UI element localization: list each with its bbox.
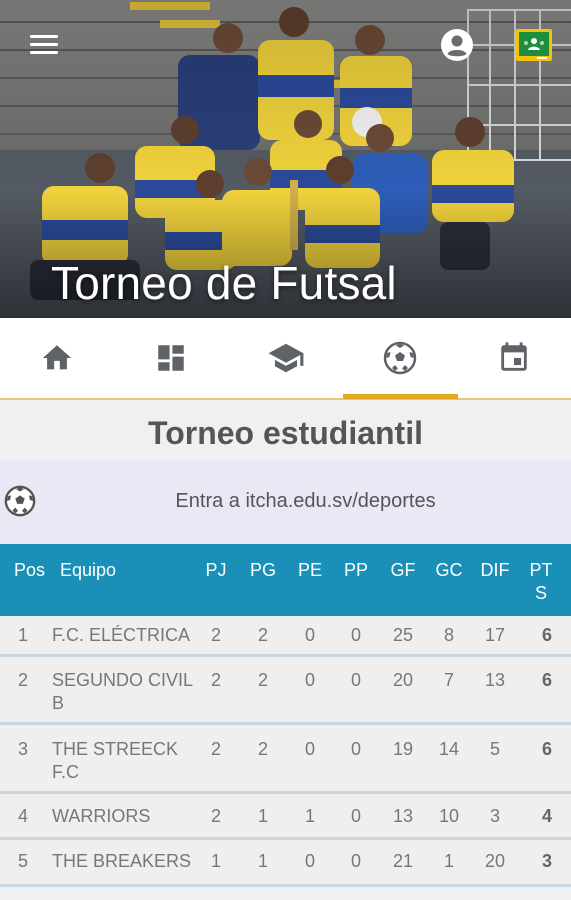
soccer-ball-icon	[383, 341, 417, 375]
cell-pg: 2	[257, 670, 268, 690]
cell-dif: 13	[484, 670, 506, 690]
standings-table: Pos Equipo PJ PG PE PP GF GC DIF PT S 1 …	[0, 544, 571, 887]
header-pts: PT S	[521, 560, 561, 604]
header-equipo: Equipo	[60, 560, 117, 580]
cell-gf: 20	[392, 670, 414, 690]
cell-pg: 1	[257, 806, 268, 826]
cell-equipo: F.C. ELÉCTRICA	[52, 625, 191, 645]
cell-pts: 6	[541, 739, 552, 759]
account-circle-icon	[441, 29, 473, 61]
cell-pe: 0	[304, 670, 315, 690]
table-row[interactable]: 5 THE BREAKERS 1 1 0 0 21 1 20 3	[0, 840, 571, 887]
hero-banner: Torneo de Futsal	[0, 0, 571, 318]
cell-pe: 0	[304, 851, 315, 871]
cell-pp: 0	[350, 851, 361, 871]
table-row[interactable]: 4 WARRIORS 2 1 1 0 13 10 3 4	[0, 794, 571, 840]
cell-equipo: SEGUNDO CIVIL	[52, 670, 194, 690]
table-row[interactable]: 1 F.C. ELÉCTRICA 2 2 0 0 25 8 17 6	[0, 616, 571, 657]
cell-equipo: WARRIORS	[52, 806, 151, 826]
cell-pts: 3	[541, 851, 552, 871]
cell-gc: 8	[443, 625, 454, 645]
table-row[interactable]: 3 THE STREECK F.C 2 2 0 0 19 14 5 6	[0, 725, 571, 794]
cell-pp: 0	[350, 625, 361, 645]
header-pe: PE	[297, 560, 322, 580]
cell-pj: 2	[210, 806, 221, 826]
cell-pg: 2	[257, 739, 268, 759]
cell-pos: 5	[18, 851, 29, 871]
header-gc: GC	[435, 560, 463, 580]
tab-calendar[interactable]	[457, 318, 571, 398]
page-title: Torneo estudiantil	[148, 415, 423, 451]
table-row[interactable]: 2 SEGUNDO CIVIL B 2 2 0 0 20 7 13 6	[0, 657, 571, 725]
graduation-cap-icon	[268, 343, 304, 373]
tab-dashboard[interactable]	[114, 318, 228, 398]
cell-pp: 0	[350, 806, 361, 826]
cell-gf: 13	[392, 806, 414, 826]
active-tab-indicator	[343, 394, 458, 399]
cell-pp: 0	[350, 739, 361, 759]
header-pj: PJ	[205, 560, 227, 580]
cell-pos: 3	[18, 739, 29, 759]
cell-pe: 0	[304, 625, 315, 645]
header-pp: PP	[343, 560, 368, 580]
cell-pos: 1	[18, 625, 29, 645]
header-pts-line2: S	[534, 583, 547, 603]
cell-dif: 5	[489, 739, 500, 759]
cell-pts: 6	[541, 670, 552, 690]
cell-dif: 3	[489, 806, 500, 826]
calendar-icon	[501, 342, 527, 371]
cell-equipo-line2: B	[52, 693, 65, 713]
cell-pj: 1	[210, 851, 221, 871]
account-button[interactable]	[439, 27, 475, 63]
cell-dif: 17	[484, 625, 506, 645]
cell-gc: 1	[443, 851, 454, 871]
cell-pp: 0	[350, 670, 361, 690]
menu-icon	[30, 51, 58, 54]
cell-equipo: THE STREECK	[52, 739, 179, 759]
tab-school[interactable]	[229, 318, 343, 398]
header-gf: GF	[390, 560, 416, 580]
cell-pe: 0	[304, 739, 315, 759]
cell-dif: 20	[484, 851, 506, 871]
header-dif: DIF	[480, 560, 510, 580]
header-pos: Pos	[14, 560, 46, 580]
cell-pj: 2	[210, 739, 221, 759]
menu-icon	[30, 35, 58, 38]
cell-pe: 1	[304, 806, 315, 826]
classroom-button[interactable]	[515, 28, 553, 62]
cell-gc: 10	[438, 806, 460, 826]
section-tabs	[0, 318, 571, 400]
info-link-text[interactable]: Entra a itcha.edu.sv/deportes	[0, 490, 571, 513]
home-icon	[42, 345, 72, 370]
cell-gc: 14	[438, 739, 460, 759]
header-pg: PG	[249, 560, 276, 580]
cell-pg: 1	[257, 851, 268, 871]
cell-pos: 2	[18, 670, 29, 690]
tab-futbol[interactable]	[343, 318, 457, 398]
hero-title: Torneo de Futsal	[51, 257, 397, 309]
cell-gf: 25	[392, 625, 414, 645]
cell-pos: 4	[18, 806, 29, 826]
cell-gc: 7	[443, 670, 454, 690]
cell-gf: 21	[392, 851, 414, 871]
cell-pts: 6	[541, 625, 552, 645]
menu-icon	[30, 43, 58, 46]
cell-equipo: THE BREAKERS	[52, 851, 192, 871]
dashboard-icon	[158, 345, 184, 371]
table-header: Pos Equipo PJ PG PE PP GF GC DIF PT S	[0, 544, 571, 616]
cell-pg: 2	[257, 625, 268, 645]
cell-gf: 19	[392, 739, 414, 759]
cell-pts: 4	[541, 806, 552, 826]
header-pts-line1: PT	[529, 560, 553, 580]
cell-equipo-line2: F.C	[52, 762, 79, 782]
cell-pj: 2	[210, 625, 221, 645]
tab-home[interactable]	[0, 318, 114, 398]
cell-pj: 2	[210, 670, 221, 690]
menu-button[interactable]	[28, 30, 64, 60]
google-classroom-icon	[516, 29, 552, 61]
